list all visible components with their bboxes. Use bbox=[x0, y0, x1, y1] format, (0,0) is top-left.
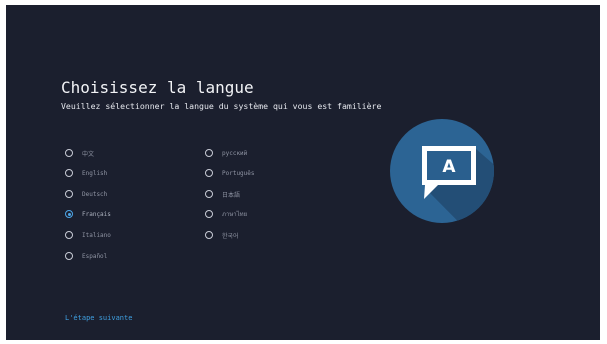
language-option-korean[interactable]: 한국어 bbox=[205, 229, 239, 241]
language-label: Français bbox=[82, 210, 111, 218]
language-label: 한국어 bbox=[222, 232, 239, 240]
language-label: 日本語 bbox=[222, 191, 241, 199]
language-option-french[interactable]: Français bbox=[65, 208, 111, 220]
language-option-thai[interactable]: ภาษาไทย bbox=[205, 208, 247, 220]
page-title: Choisissez la langue bbox=[61, 78, 254, 97]
radio-button[interactable] bbox=[205, 231, 213, 239]
language-label: Italiano bbox=[82, 231, 111, 239]
language-label: Deutsch bbox=[82, 190, 108, 198]
language-option-portuguese[interactable]: Português bbox=[205, 167, 255, 179]
next-step-link[interactable]: L'étape suivante bbox=[65, 314, 132, 322]
radio-button[interactable] bbox=[65, 252, 73, 260]
language-label: 中文 bbox=[82, 150, 95, 158]
language-speech-bubble-icon: A bbox=[390, 119, 494, 223]
language-setup-screen: Choisissez la langue Veuillez sélectionn… bbox=[6, 5, 600, 340]
bubble-glyph: A bbox=[442, 157, 456, 177]
language-label: Português bbox=[222, 169, 255, 177]
language-option-japanese[interactable]: 日本語 bbox=[205, 188, 240, 200]
radio-button[interactable] bbox=[65, 149, 73, 157]
radio-button[interactable] bbox=[65, 231, 73, 239]
language-label: English bbox=[82, 169, 108, 177]
language-option-chinese[interactable]: 中文 bbox=[65, 147, 94, 159]
language-label: Español bbox=[82, 252, 108, 260]
language-option-german[interactable]: Deutsch bbox=[65, 188, 107, 200]
radio-button-selected[interactable] bbox=[65, 210, 73, 218]
radio-button[interactable] bbox=[205, 169, 213, 177]
language-option-english[interactable]: English bbox=[65, 167, 107, 179]
radio-button[interactable] bbox=[65, 169, 73, 177]
radio-button[interactable] bbox=[205, 190, 213, 198]
page-subtitle: Veuillez sélectionner la langue du systè… bbox=[61, 101, 382, 111]
radio-button[interactable] bbox=[205, 149, 213, 157]
radio-button[interactable] bbox=[65, 190, 73, 198]
language-option-russian[interactable]: русский bbox=[205, 147, 247, 159]
language-label: ภาษาไทย bbox=[222, 211, 248, 218]
language-option-italian[interactable]: Italiano bbox=[65, 229, 111, 241]
language-label: русский bbox=[222, 149, 248, 157]
language-option-spanish[interactable]: Español bbox=[65, 250, 107, 262]
radio-button[interactable] bbox=[205, 210, 213, 218]
language-illustration: A bbox=[390, 119, 494, 223]
